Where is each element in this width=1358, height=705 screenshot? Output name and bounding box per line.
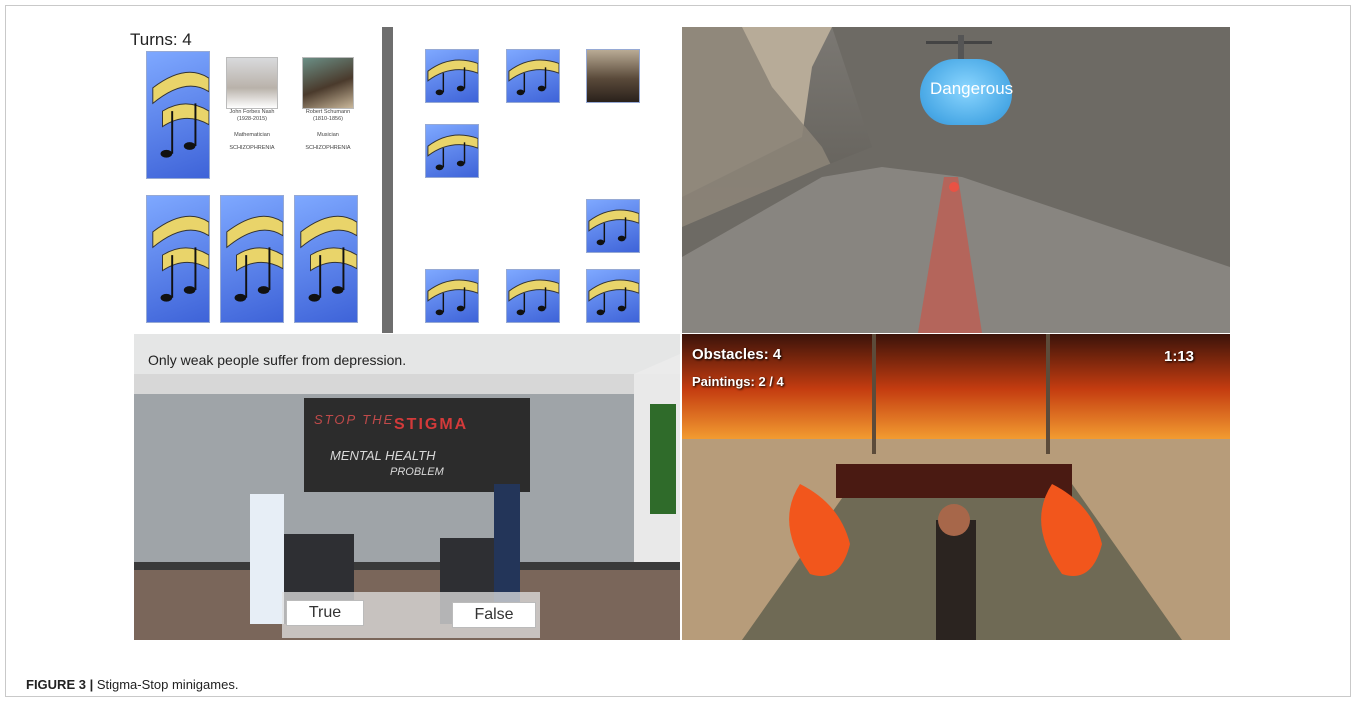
false-button[interactable]: False [452, 602, 536, 628]
music-notes-icon [226, 215, 283, 302]
schumann-photo [302, 57, 354, 109]
memory-card-music[interactable] [586, 199, 640, 253]
portrait-years: (1810-1856) [313, 116, 343, 122]
figure-caption: FIGURE 3 | Stigma-Stop minigames. [26, 677, 238, 692]
portrait-years: (1928-2015) [237, 116, 267, 122]
timer: 1:13 [1164, 348, 1195, 365]
portrait-profession: Musician [317, 132, 339, 138]
obstacles-counter: Obstacles: 4 [692, 346, 782, 363]
portrait-name: John Forbes Nash [229, 109, 275, 115]
board-text-1: STOP THE [314, 412, 395, 427]
paintings-counter: Paintings: 2 / 4 [692, 374, 784, 389]
statement-bar: Only weak people suffer from depression. [134, 334, 680, 374]
memory-card-music[interactable] [220, 195, 284, 323]
memory-card-music[interactable] [506, 269, 560, 323]
memory-card-music[interactable] [425, 49, 479, 103]
turns-counter: Turns: 4 [130, 30, 192, 49]
memory-card-music[interactable] [294, 195, 358, 323]
memory-card-music[interactable] [425, 269, 479, 323]
music-notes-icon [508, 279, 559, 316]
memory-card-music[interactable] [425, 124, 479, 178]
helicopter-mast [958, 35, 964, 59]
nash-photo [226, 57, 278, 109]
cloud-label: Dangerous [930, 79, 1014, 98]
memory-card-music[interactable] [586, 269, 640, 323]
quiz-statement: Only weak people suffer from depression. [148, 352, 407, 368]
music-notes-icon [300, 215, 357, 302]
memory-game-panel: Turns: 4 John Forbes Nash (1928-2015) Ma… [130, 27, 681, 333]
danger-cloud: Dangerous [920, 59, 1014, 125]
quiz-game-panel: STOP THE STIGMA MENTAL HEALTH PROBLEM On… [134, 334, 680, 640]
portrait-card-schumann[interactable]: Robert Schumann (1810-1856) Musician SCH… [293, 57, 363, 152]
portrait-profession: Mathematician [234, 132, 270, 138]
music-notes-icon [427, 134, 478, 171]
caption-label: FIGURE 3 | [26, 677, 94, 692]
flight-game-panel: Dangerous [682, 27, 1230, 333]
memory-card-portrait-poe[interactable] [586, 49, 640, 103]
portrait-condition: SCHIZOPHRENIA [305, 145, 351, 151]
board-text-2: STIGMA [394, 416, 469, 433]
portrait-name: Robert Schumann [305, 109, 351, 115]
music-notes-icon [427, 59, 478, 96]
runner-game-panel: Obstacles: 4 Paintings: 2 / 4 1:13 [682, 334, 1230, 640]
music-notes-icon [152, 215, 209, 302]
portrait-card-nash[interactable]: John Forbes Nash (1928-2015) Mathematici… [218, 57, 286, 152]
portrait-condition: SCHIZOPHRENIA [229, 145, 275, 151]
memory-card-music[interactable] [506, 49, 560, 103]
memory-card-music[interactable] [146, 51, 210, 179]
caption-text: Stigma-Stop minigames. [96, 677, 239, 692]
true-button[interactable]: True [286, 600, 364, 626]
board-divider [382, 27, 393, 333]
music-notes-icon [152, 71, 209, 158]
board-text-3: MENTAL HEALTH [330, 448, 436, 463]
memory-card-music[interactable] [146, 195, 210, 323]
music-notes-icon [588, 279, 639, 316]
music-notes-icon [508, 59, 559, 96]
music-notes-icon [427, 279, 478, 316]
board-text-4: PROBLEM [390, 466, 444, 478]
music-notes-icon [588, 209, 639, 246]
